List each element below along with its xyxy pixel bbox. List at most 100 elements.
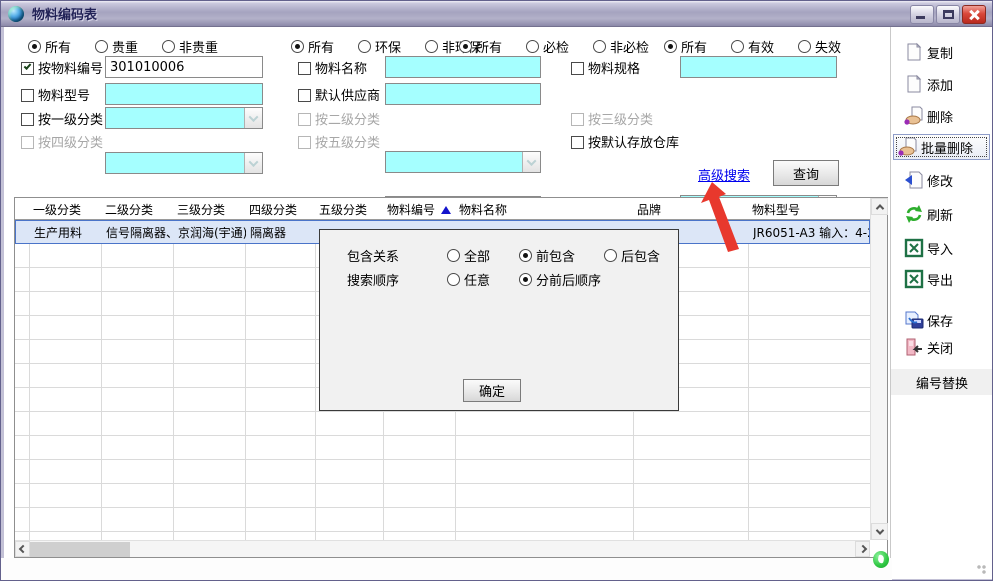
class4-checkbox[interactable]: [21, 132, 38, 151]
table-gridline: [29, 220, 30, 540]
field-item-spec: 物料规格: [571, 58, 640, 77]
radio-order-any[interactable]: 任意: [447, 270, 490, 289]
column-header-class4[interactable]: 四级分类: [249, 201, 297, 218]
item-spec-checkbox[interactable]: [571, 58, 588, 77]
checkbox-icon: [21, 136, 34, 149]
chevron-down-icon[interactable]: [244, 153, 262, 173]
radio-env-all[interactable]: 所有: [291, 37, 334, 56]
copy-button[interactable]: 复制: [891, 39, 991, 65]
radio-precious-all[interactable]: 所有: [28, 37, 71, 56]
status-bar: [1, 558, 892, 580]
by-item-code-checkbox[interactable]: [21, 58, 38, 77]
item-model-input[interactable]: [105, 83, 263, 105]
item-name-checkbox[interactable]: [298, 58, 315, 77]
sort-ascending-icon: [441, 206, 451, 214]
column-header-class2[interactable]: 二级分类: [105, 201, 153, 218]
delete-button[interactable]: 删除: [891, 103, 991, 129]
chevron-down-icon[interactable]: [522, 152, 540, 172]
chevron-down-icon[interactable]: [244, 108, 262, 128]
modify-button[interactable]: 修改: [891, 167, 991, 193]
default-supplier-input[interactable]: [385, 83, 541, 105]
code-replace-button[interactable]: 编号替换: [891, 369, 993, 395]
add-page-icon: [904, 74, 924, 94]
horizontal-scroll-thumb[interactable]: [30, 542, 130, 557]
radio-valid[interactable]: 有效: [731, 37, 774, 56]
status-ok-icon: [873, 551, 889, 568]
radio-contain-all[interactable]: 全部: [447, 246, 490, 265]
item-name-input[interactable]: [385, 56, 541, 78]
table-gridline: [173, 220, 174, 540]
app-globe-icon: [8, 6, 24, 22]
import-button[interactable]: 导入: [891, 235, 991, 261]
add-button[interactable]: 添加: [891, 71, 991, 97]
horizontal-scrollbar[interactable]: [15, 540, 870, 557]
refresh-icon: [904, 204, 924, 224]
radio-not-precious[interactable]: 非贵重: [162, 37, 218, 56]
radio-contain-suffix[interactable]: 后包含: [604, 246, 660, 265]
filter-group-inspect: 所有 必检 非必检: [459, 37, 649, 56]
export-button[interactable]: 导出: [891, 266, 991, 292]
item-model-checkbox[interactable]: [21, 85, 38, 104]
default-warehouse-checkbox[interactable]: [571, 132, 588, 151]
checkbox-icon: [571, 136, 584, 149]
column-header-brand[interactable]: 品牌: [637, 201, 661, 218]
minimize-button[interactable]: [910, 5, 934, 24]
advanced-search-dialog: 包含关系 全部 前包含 后包含 搜索顺序 任意 分前后顺序 确定: [319, 229, 679, 411]
checkbox-icon: [21, 89, 34, 102]
column-header-class3[interactable]: 三级分类: [177, 201, 225, 218]
column-header-item-model[interactable]: 物料型号: [752, 201, 800, 218]
field-class3: 按三级分类: [571, 109, 653, 128]
radio-icon: [664, 40, 677, 53]
class1-combobox[interactable]: [105, 107, 263, 129]
cell-class2: 信号隔离器、: [106, 224, 174, 241]
item-spec-input[interactable]: [680, 56, 837, 78]
radio-valid-all[interactable]: 所有: [664, 37, 707, 56]
field-class5: 按五级分类: [298, 132, 380, 151]
column-header-item-name[interactable]: 物料名称: [459, 201, 507, 218]
search-order-row: 搜索顺序 任意 分前后顺序: [347, 270, 601, 289]
close-window-button[interactable]: 关闭: [891, 334, 991, 360]
minimize-icon: [916, 16, 925, 19]
class3-checkbox[interactable]: [571, 109, 588, 128]
column-header-class5[interactable]: 五级分类: [319, 201, 367, 218]
class2-checkbox[interactable]: [298, 109, 315, 128]
class2-combobox[interactable]: [385, 151, 541, 173]
default-supplier-checkbox[interactable]: [298, 85, 315, 104]
resize-grip[interactable]: [977, 565, 987, 575]
column-header-class1[interactable]: 一级分类: [33, 201, 81, 218]
checkbox-icon: [298, 136, 311, 149]
batch-delete-icon: [898, 137, 918, 157]
vertical-scrollbar[interactable]: [870, 198, 887, 540]
radio-invalid[interactable]: 失效: [798, 37, 841, 56]
scroll-right-button[interactable]: [855, 541, 870, 557]
radio-must-inspect[interactable]: 必检: [526, 37, 569, 56]
save-button[interactable]: 保存: [891, 307, 991, 333]
class4-combobox[interactable]: [105, 152, 263, 174]
radio-inspect-all[interactable]: 所有: [459, 37, 502, 56]
radio-env[interactable]: 环保: [358, 37, 401, 56]
class5-checkbox[interactable]: [298, 132, 315, 151]
radio-order-sequential[interactable]: 分前后顺序: [519, 270, 601, 289]
close-button[interactable]: [962, 5, 986, 24]
radio-icon: [519, 249, 532, 262]
refresh-button[interactable]: 刷新: [891, 201, 991, 227]
batch-delete-button[interactable]: 批量删除: [893, 134, 990, 160]
radio-icon: [28, 40, 41, 53]
radio-icon: [604, 249, 617, 262]
scroll-left-button[interactable]: [15, 541, 30, 557]
radio-precious[interactable]: 贵重: [95, 37, 138, 56]
radio-not-inspect[interactable]: 非必检: [593, 37, 649, 56]
checkbox-icon: [571, 113, 584, 126]
scroll-down-button[interactable]: [871, 523, 888, 540]
item-code-input[interactable]: [105, 56, 263, 78]
radio-contain-prefix[interactable]: 前包含: [519, 246, 575, 265]
class1-checkbox[interactable]: [21, 109, 38, 128]
maximize-button[interactable]: [936, 5, 960, 24]
checkbox-icon: [298, 89, 311, 102]
scroll-up-button[interactable]: [871, 198, 888, 215]
exit-door-icon: [904, 337, 924, 357]
chevron-left-icon: [18, 545, 26, 553]
query-button[interactable]: 查询: [773, 160, 839, 186]
ok-button[interactable]: 确定: [463, 379, 521, 402]
column-header-item-code[interactable]: 物料编号: [387, 201, 451, 218]
